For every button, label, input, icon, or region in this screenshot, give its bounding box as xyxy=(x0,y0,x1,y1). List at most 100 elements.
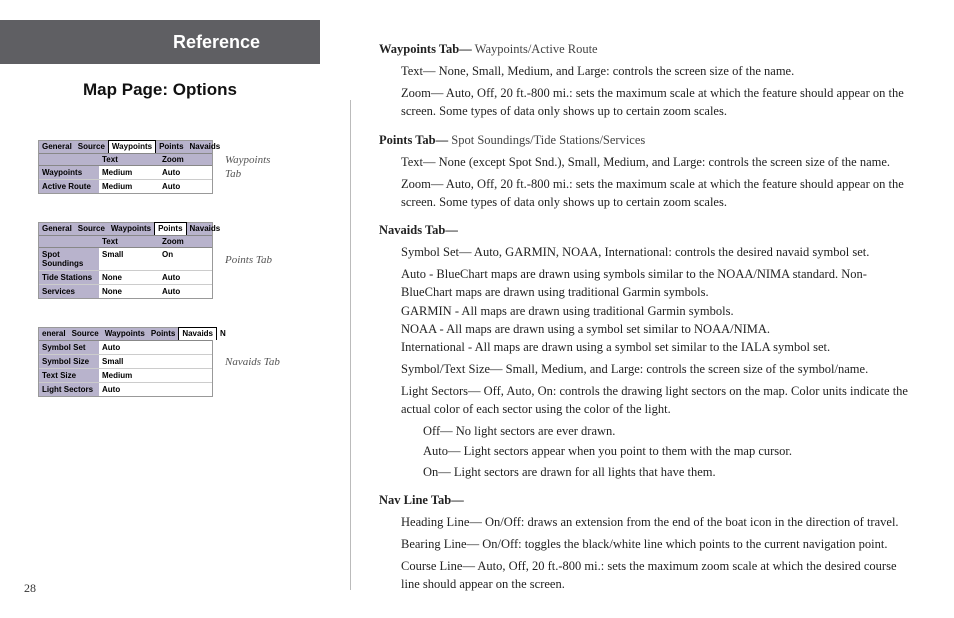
body-text-sub: Auto— Light sectors appear when you poin… xyxy=(423,442,914,460)
device-row: Services None Auto xyxy=(39,285,212,298)
section-title: Points Tab— xyxy=(379,133,448,147)
section-waypoints: Waypoints Tab— Waypoints/Active Route Te… xyxy=(379,40,914,121)
screenshot-row-waypoints: General Source Waypoints Points Navaids … xyxy=(38,140,320,194)
row-label: Text Size xyxy=(39,369,99,382)
device-tab: Points xyxy=(148,328,178,340)
col-zoom: Zoom xyxy=(159,236,209,247)
device-row: Light Sectors Auto xyxy=(39,383,212,396)
body-text-sub: Off— No light sectors are ever drawn. xyxy=(423,422,914,440)
row-text: Small xyxy=(99,248,159,270)
row-label: Waypoints xyxy=(39,166,99,179)
row-val: Medium xyxy=(99,369,209,382)
device-row: Symbol Set Auto xyxy=(39,341,212,355)
screenshot-row-points: General Source Waypoints Points Navaids … xyxy=(38,222,320,299)
row-zoom: Auto xyxy=(159,180,209,193)
row-label: Spot Soundings xyxy=(39,248,99,270)
device-row: Spot Soundings Small On xyxy=(39,248,212,271)
row-val: Auto xyxy=(99,383,209,396)
device-tab: Waypoints xyxy=(102,328,148,340)
page-root: Reference Map Page: Options General Sour… xyxy=(0,0,954,618)
section-title: Navaids Tab— xyxy=(379,223,458,237)
device-tab: Points xyxy=(156,141,186,153)
device-tabs: General Source Waypoints Points Navaids xyxy=(39,141,212,154)
section-subtitle: Waypoints/Active Route xyxy=(472,42,598,56)
page-subtitle: Map Page: Options xyxy=(0,80,320,100)
row-label: Symbol Set xyxy=(39,341,99,354)
body-line: NOAA - All maps are drawn using a symbol… xyxy=(401,322,770,336)
section-navline: Nav Line Tab— Heading Line— On/Off: draw… xyxy=(379,491,914,594)
body-text: Course Line— Auto, Off, 20 ft.-800 mi.: … xyxy=(401,557,914,593)
section-points: Points Tab— Spot Soundings/Tide Stations… xyxy=(379,131,914,212)
device-row: Waypoints Medium Auto xyxy=(39,166,212,180)
device-waypoints: General Source Waypoints Points Navaids … xyxy=(38,140,213,194)
device-tab: N xyxy=(217,328,229,340)
row-label: Tide Stations xyxy=(39,271,99,284)
body-text: Zoom— Auto, Off, 20 ft.-800 mi.: sets th… xyxy=(401,84,914,120)
row-text: Medium xyxy=(99,166,159,179)
row-label: Active Route xyxy=(39,180,99,193)
body-text: Symbol/Text Size— Small, Medium, and Lar… xyxy=(401,360,914,378)
device-tab: General xyxy=(39,223,75,235)
device-tabs: eneral Source Waypoints Points Navaids N xyxy=(39,328,212,341)
device-tab: eneral xyxy=(39,328,69,340)
device-header: Text Zoom xyxy=(39,236,212,248)
device-row: Text Size Medium xyxy=(39,369,212,383)
screenshot-caption: Waypoints Tab xyxy=(225,153,285,182)
body-text: Light Sectors— Off, Auto, On: controls t… xyxy=(401,382,914,418)
col-zoom: Zoom xyxy=(159,154,209,165)
row-text: None xyxy=(99,285,159,298)
row-val: Auto xyxy=(99,341,209,354)
row-label: Light Sectors xyxy=(39,383,99,396)
body-text: Text— None (except Spot Snd.), Small, Me… xyxy=(401,153,914,171)
device-row: Symbol Size Small xyxy=(39,355,212,369)
section-title: Nav Line Tab— xyxy=(379,493,464,507)
section-navaids: Navaids Tab— Symbol Set— Auto, GARMIN, N… xyxy=(379,221,914,481)
device-row: Active Route Medium Auto xyxy=(39,180,212,193)
device-tab: General xyxy=(39,141,75,153)
body-text: Bearing Line— On/Off: toggles the black/… xyxy=(401,535,914,553)
col-text: Text xyxy=(99,154,159,165)
body-text: Symbol Set— Auto, GARMIN, NOAA, Internat… xyxy=(401,243,914,261)
device-row: Tide Stations None Auto xyxy=(39,271,212,285)
body-text: Text— None, Small, Medium, and Large: co… xyxy=(401,62,914,80)
row-text: None xyxy=(99,271,159,284)
body-text: Heading Line— On/Off: draws an extension… xyxy=(401,513,914,531)
device-tab: Navaids xyxy=(187,223,224,235)
screenshot-row-navaids: eneral Source Waypoints Points Navaids N… xyxy=(38,327,320,397)
row-zoom: Auto xyxy=(159,285,209,298)
row-zoom: On xyxy=(159,248,209,270)
device-navaids: eneral Source Waypoints Points Navaids N… xyxy=(38,327,213,397)
row-label: Services xyxy=(39,285,99,298)
left-column: Reference Map Page: Options General Sour… xyxy=(0,0,350,618)
device-tab: Source xyxy=(69,328,102,340)
right-column: Waypoints Tab— Waypoints/Active Route Te… xyxy=(351,0,954,618)
page-number: 28 xyxy=(24,581,36,596)
device-header: Text Zoom xyxy=(39,154,212,166)
row-zoom: Auto xyxy=(159,271,209,284)
device-tab: Source xyxy=(75,223,108,235)
device-tab: Source xyxy=(75,141,108,153)
row-text: Medium xyxy=(99,180,159,193)
screenshot-stack: General Source Waypoints Points Navaids … xyxy=(0,140,320,397)
device-points: General Source Waypoints Points Navaids … xyxy=(38,222,213,299)
col-blank xyxy=(39,236,99,247)
row-label: Symbol Size xyxy=(39,355,99,368)
body-text-sub: On— Light sectors are drawn for all ligh… xyxy=(423,463,914,481)
body-line: Auto - BlueChart maps are drawn using sy… xyxy=(401,267,867,299)
col-blank xyxy=(39,154,99,165)
screenshot-caption: Points Tab xyxy=(225,253,285,267)
body-text: Zoom— Auto, Off, 20 ft.-800 mi.: sets th… xyxy=(401,175,914,211)
section-title: Waypoints Tab— xyxy=(379,42,472,56)
body-line: International - All maps are drawn using… xyxy=(401,340,830,354)
device-tab: Waypoints xyxy=(108,223,154,235)
section-subtitle: Spot Soundings/Tide Stations/Services xyxy=(448,133,645,147)
device-tab-selected: Points xyxy=(154,222,186,235)
body-text: Auto - BlueChart maps are drawn using sy… xyxy=(401,265,914,356)
body-line: GARMIN - All maps are drawn using tradit… xyxy=(401,304,734,318)
row-val: Small xyxy=(99,355,209,368)
col-text: Text xyxy=(99,236,159,247)
device-tab-selected: Navaids xyxy=(178,327,217,340)
reference-bar: Reference xyxy=(0,20,320,64)
device-tab: Navaids xyxy=(187,141,224,153)
device-tabs: General Source Waypoints Points Navaids xyxy=(39,223,212,236)
